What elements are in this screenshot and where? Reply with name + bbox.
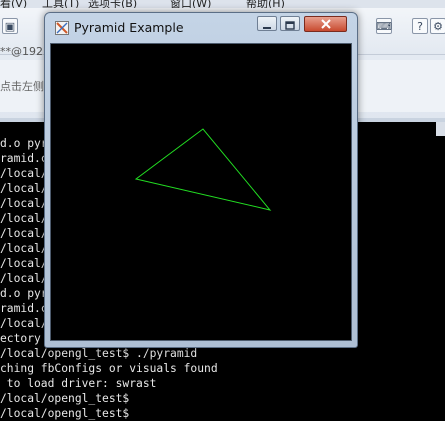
terminal-line: /local/ xyxy=(0,257,48,270)
host-menu-tabs[interactable]: 选项卡(B) xyxy=(88,0,137,8)
terminal-line: /local/ xyxy=(0,227,48,240)
terminal-line: d.o pyr xyxy=(0,137,48,150)
render-surface xyxy=(134,128,272,211)
minimize-icon xyxy=(263,27,271,29)
minimize-button[interactable] xyxy=(257,16,277,31)
window-title: Pyramid Example xyxy=(74,20,184,35)
terminal-line: ramid.c xyxy=(0,152,48,165)
opengl-canvas[interactable] xyxy=(50,43,352,341)
terminal-line: ramid.c xyxy=(0,302,48,315)
terminal-icon[interactable]: ▣ xyxy=(2,18,18,34)
terminal-line: to load driver: swrast xyxy=(0,377,157,390)
terminal-line: /local/ xyxy=(0,317,48,330)
terminal-line: /local/opengl_test$ xyxy=(0,392,130,405)
host-menubar: 看(V) 工具(T) 选项卡(B) 窗口(W) 帮助(H) xyxy=(0,0,445,8)
terminal-line: /local/ xyxy=(0,167,48,180)
window-titlebar[interactable]: Pyramid Example xyxy=(45,13,357,43)
help-icon[interactable]: ? xyxy=(412,18,428,34)
maximize-button[interactable] xyxy=(280,16,300,31)
triangle-shape xyxy=(134,128,272,211)
terminal-line: /local/ xyxy=(0,272,48,285)
terminal-line: /local/ xyxy=(0,212,48,225)
terminal-line: /local/ xyxy=(0,182,48,195)
host-hint-text: 点击左侧 xyxy=(0,80,44,93)
host-scrollbar[interactable] xyxy=(436,122,445,136)
close-button[interactable] xyxy=(304,16,347,32)
host-menu-help[interactable]: 帮助(H) xyxy=(246,0,285,8)
host-menu-window[interactable]: 窗口(W) xyxy=(170,0,211,8)
terminal-line: d.o pyr xyxy=(0,287,48,300)
pyramid-window[interactable]: Pyramid Example xyxy=(44,12,358,348)
x11-app-icon xyxy=(55,21,69,35)
terminal-line: /local/ xyxy=(0,197,48,210)
terminal-line: ectory xyxy=(0,332,41,345)
settings-icon[interactable]: ⚙ xyxy=(430,18,445,34)
terminal-line: /local/opengl_test$ ./pyramid xyxy=(0,347,198,360)
host-menu-tools[interactable]: 工具(T) xyxy=(42,0,79,8)
keyboard-icon[interactable]: ⌨ xyxy=(376,18,392,34)
host-menu-view[interactable]: 看(V) xyxy=(0,0,27,8)
maximize-icon xyxy=(285,21,295,30)
terminal-line: /local/ xyxy=(0,242,48,255)
host-address-text: **@192 xyxy=(0,45,43,58)
close-icon xyxy=(320,19,331,29)
terminal-line: ching fbConfigs or visuals found xyxy=(0,362,218,375)
